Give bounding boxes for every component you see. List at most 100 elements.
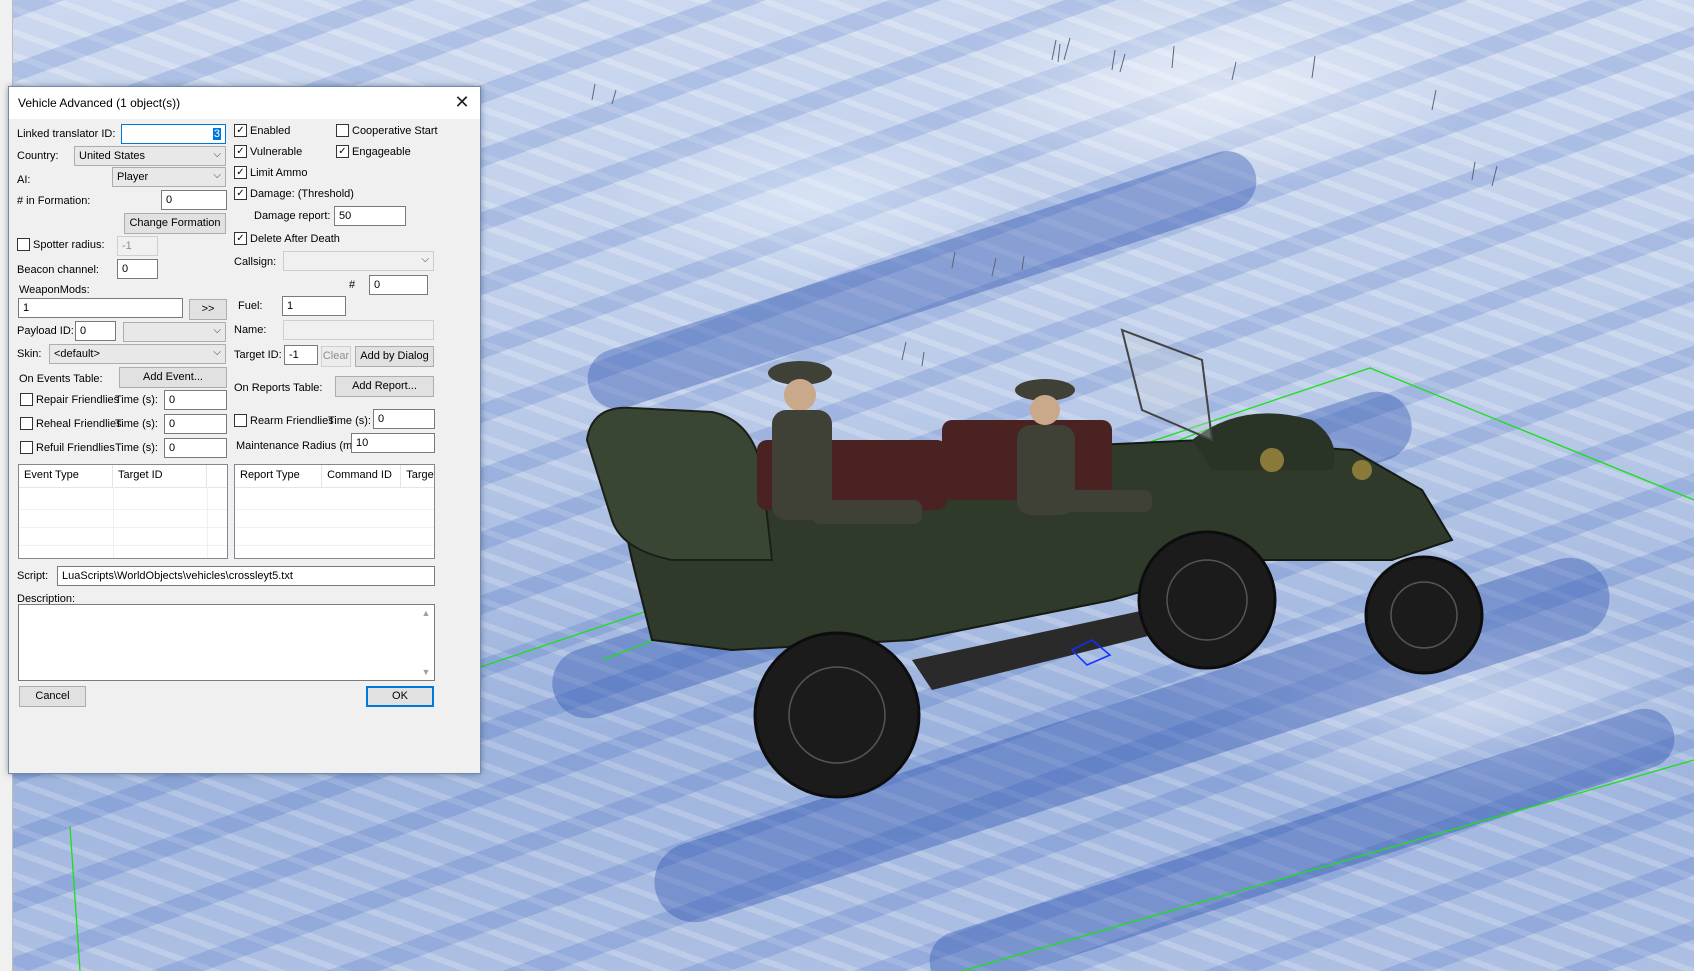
column-header[interactable]: Target ID <box>113 465 207 487</box>
add-event-button[interactable]: Add Event... <box>119 367 227 388</box>
enabled-checkbox[interactable]: ✓ Enabled <box>234 124 290 137</box>
grid-line <box>235 527 434 528</box>
description-scrollbar[interactable]: ▲ ▼ <box>418 605 434 680</box>
rearm-time-input[interactable]: 0 <box>373 409 435 429</box>
description-textarea[interactable]: ▲ ▼ <box>18 604 435 681</box>
reheal-time-input[interactable]: 0 <box>164 414 227 434</box>
script-label: Script: <box>17 570 49 582</box>
grid-line <box>207 487 208 558</box>
events-table-header: Event Type Target ID <box>19 465 227 488</box>
vulnerable-checkbox[interactable]: ✓ Vulnerable <box>234 145 302 158</box>
reports-table[interactable]: Report Type Command ID Targe <box>234 464 435 559</box>
add-report-button[interactable]: Add Report... <box>335 376 434 397</box>
refuil-friendlies-checkbox[interactable]: Refuil Friendlies <box>20 441 115 454</box>
check-icon: ✓ <box>234 187 247 200</box>
chevron-down-icon: ⌵ <box>213 325 221 336</box>
refuil-time-input[interactable]: 0 <box>164 438 227 458</box>
callsign-label: Callsign: <box>234 256 277 268</box>
rearm-time-label: Time (s): <box>328 415 371 427</box>
dialog-title: Vehicle Advanced (1 object(s)) <box>18 96 181 110</box>
damage-report-label: Damage report: <box>254 210 331 222</box>
delete-after-death-checkbox[interactable]: ✓ Delete After Death <box>234 232 340 245</box>
limit-ammo-checkbox[interactable]: ✓ Limit Ammo <box>234 166 307 179</box>
clear-button[interactable]: Clear <box>321 346 351 367</box>
target-id-label: Target ID: <box>234 349 282 361</box>
cancel-button[interactable]: Cancel <box>19 686 86 707</box>
spotter-radius-input[interactable]: -1 <box>117 236 158 256</box>
damage-threshold-checkbox[interactable]: ✓ Damage: (Threshold) <box>234 187 354 200</box>
grid-line <box>19 545 227 546</box>
beacon-channel-label: Beacon channel: <box>17 264 99 276</box>
engageable-checkbox[interactable]: ✓ Engageable <box>336 145 411 158</box>
reheal-time-label: Time (s): <box>115 418 158 430</box>
spotter-radius-checkbox[interactable]: Spotter radius: <box>17 238 105 251</box>
checkbox-box <box>20 441 33 454</box>
chevron-down-icon: ⌵ <box>213 149 221 160</box>
script-input[interactable]: LuaScripts\WorldObjects\vehicles\crossle… <box>57 566 435 586</box>
reheal-friendlies-checkbox[interactable]: Reheal Friendlies <box>20 417 122 430</box>
column-header[interactable]: Report Type <box>235 465 323 487</box>
check-icon: ✓ <box>336 145 349 158</box>
grass-tufts <box>591 37 1498 367</box>
chevron-down-icon: ⌵ <box>213 170 221 181</box>
rearm-friendlies-checkbox[interactable]: Rearm Friendlies <box>234 414 334 427</box>
repair-time-input[interactable]: 0 <box>164 390 227 410</box>
skin-select[interactable]: <default> ⌵ <box>49 344 226 364</box>
ai-select[interactable]: Player ⌵ <box>112 167 226 187</box>
repair-friendlies-checkbox[interactable]: Repair Friendlies <box>20 393 119 406</box>
dialog-titlebar[interactable]: Vehicle Advanced (1 object(s)) ✕ <box>9 87 480 119</box>
linked-translator-label: Linked translator ID: <box>17 128 116 140</box>
column-header[interactable]: Targe <box>401 465 434 487</box>
check-icon: ✓ <box>234 145 247 158</box>
name-input[interactable] <box>283 320 434 340</box>
column-header[interactable]: Command ID <box>322 465 402 487</box>
beacon-channel-input[interactable]: 0 <box>117 259 158 279</box>
grid-line <box>19 527 227 528</box>
on-reports-label: On Reports Table: <box>234 382 323 394</box>
hash-input[interactable]: 0 <box>369 275 428 295</box>
in-formation-label: # in Formation: <box>17 195 91 207</box>
name-label: Name: <box>234 324 267 336</box>
events-table[interactable]: Event Type Target ID <box>18 464 228 559</box>
skin-label: Skin: <box>17 348 42 360</box>
country-label: Country: <box>17 150 59 162</box>
checkbox-box <box>20 393 33 406</box>
add-by-dialog-button[interactable]: Add by Dialog <box>355 346 434 367</box>
maintenance-radius-input[interactable]: 10 <box>351 433 435 453</box>
ai-label: AI: <box>17 174 31 186</box>
on-events-label: On Events Table: <box>19 373 103 385</box>
fuel-label: Fuel: <box>238 300 263 312</box>
scroll-down-icon[interactable]: ▼ <box>418 664 434 680</box>
cooperative-start-checkbox[interactable]: Cooperative Start <box>336 124 438 137</box>
weapon-mods-input[interactable]: 1 <box>18 298 183 318</box>
ok-button[interactable]: OK <box>366 686 434 707</box>
country-select[interactable]: United States ⌵ <box>74 146 226 166</box>
scroll-up-icon[interactable]: ▲ <box>418 605 434 621</box>
checkbox-box <box>234 414 247 427</box>
grid-line <box>113 487 114 558</box>
grid-line <box>19 509 227 510</box>
callsign-select[interactable]: ⌵ <box>283 251 434 271</box>
vehicle-crossley <box>585 328 1484 799</box>
column-header[interactable]: Event Type <box>19 465 113 487</box>
target-id-input[interactable]: -1 <box>284 345 318 365</box>
refuil-time-label: Time (s): <box>115 442 158 454</box>
payload-id-input[interactable]: 0 <box>75 321 116 341</box>
payload-select[interactable]: ⌵ <box>123 322 226 342</box>
reports-table-header: Report Type Command ID Targe <box>235 465 434 488</box>
change-formation-button[interactable]: Change Formation <box>124 213 226 234</box>
checkbox-box <box>20 417 33 430</box>
grid-line <box>235 509 434 510</box>
fuel-input[interactable]: 1 <box>282 296 346 316</box>
in-formation-input[interactable]: 0 <box>161 190 227 210</box>
payload-id-label: Payload ID: <box>17 325 74 337</box>
damage-report-input[interactable]: 50 <box>334 206 406 226</box>
linked-translator-input[interactable]: 3 <box>121 124 226 144</box>
grid-line <box>235 545 434 546</box>
repair-time-label: Time (s): <box>115 394 158 406</box>
close-icon[interactable]: ✕ <box>452 92 472 112</box>
checkbox-box <box>17 238 30 251</box>
weapon-mods-button[interactable]: >> <box>189 299 227 320</box>
chevron-down-icon: ⌵ <box>213 347 221 358</box>
vehicle-advanced-dialog: Vehicle Advanced (1 object(s)) ✕ Linked … <box>8 86 481 774</box>
